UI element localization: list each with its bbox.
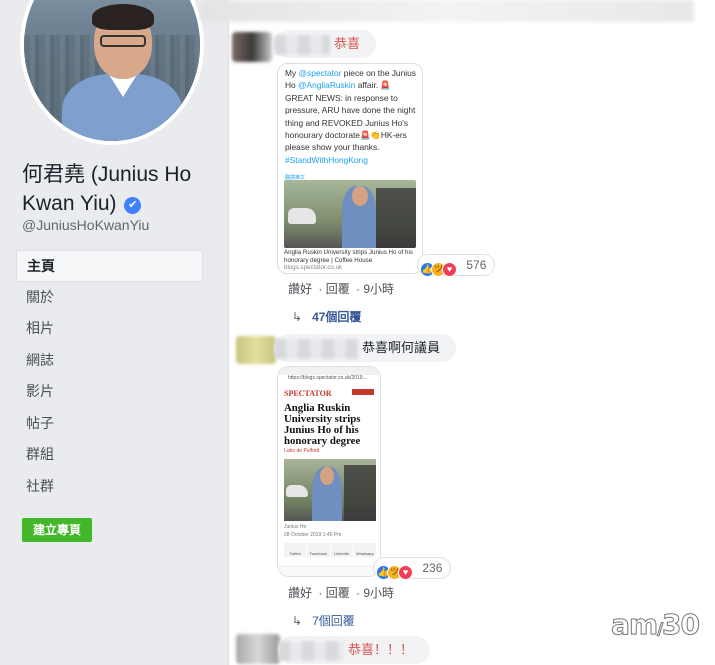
reply-link[interactable]: 回覆	[326, 282, 350, 296]
commenter-avatar[interactable]	[236, 634, 280, 664]
phone-nav-bar	[278, 566, 380, 576]
article-byline: Lubo de Pulford	[284, 448, 320, 454]
article-url: https://blogs.spectator.co.uk/2019...	[288, 375, 367, 381]
replies-count: 47個回覆	[312, 310, 362, 324]
commenter-name[interactable]	[278, 640, 344, 661]
tweet-attachment[interactable]: My @spectator piece on the Junius Ho @An…	[277, 63, 423, 274]
share-whatsapp: Whatsapp	[353, 543, 376, 557]
spectator-logo: SPECTATOR	[284, 389, 332, 398]
tweet-mention[interactable]: @spectator	[299, 68, 342, 78]
nav-item-community[interactable]: 社群	[16, 471, 203, 503]
nav-item-home[interactable]: 主頁	[16, 250, 203, 282]
share-twitter: Twitter	[284, 543, 307, 557]
commenter-name[interactable]	[274, 338, 358, 359]
reply-arrow-icon: ↳	[292, 614, 303, 628]
comment-bubble: 恭喜！！！	[278, 636, 430, 664]
tweet-mention[interactable]: @AngliaRuskin	[298, 80, 355, 90]
tweet-hashtag[interactable]: #StandWithHongKong	[285, 155, 368, 165]
comment-actions: 讚好 · 回覆 · 9小時	[288, 586, 395, 600]
reaction-summary[interactable]: 👍ツ ♥ 236	[374, 558, 451, 580]
page-sidebar: 何君堯 (Junius Ho Kwan Yiu) ✔ @JuniusHoKwan…	[0, 0, 213, 665]
nav-item-videos[interactable]: 影片	[16, 376, 203, 408]
share-linkedin: LinkedIn	[330, 543, 353, 557]
nav-item-about[interactable]: 關於	[16, 282, 203, 314]
comment-actions: 讚好 · 回覆 · 9小時	[288, 282, 395, 296]
article-screenshot-attachment[interactable]: https://blogs.spectator.co.uk/2019... SP…	[277, 366, 381, 577]
comment-bubble: 恭喜啊何議員	[274, 334, 456, 362]
share-facebook: Facebook	[307, 543, 330, 557]
commenter-avatar[interactable]	[236, 336, 276, 364]
am730-watermark-logo: am/30	[611, 608, 701, 642]
nav-item-notes[interactable]: 網誌	[16, 345, 203, 377]
comment-bubble: 恭喜	[274, 30, 376, 58]
nav-item-photos[interactable]: 相片	[16, 313, 203, 345]
create-page-button[interactable]: 建立專頁	[22, 518, 92, 542]
nav-item-groups[interactable]: 群組	[16, 439, 203, 471]
view-replies-link[interactable]: ↳ 47個回覆	[292, 308, 361, 325]
comment-text: 恭喜啊何議員	[362, 340, 441, 355]
like-link[interactable]: 讚好	[288, 586, 312, 600]
reaction-summary[interactable]: 👍ツ ♥ 576	[418, 255, 495, 277]
view-replies-link[interactable]: ↳ 7個回覆	[292, 612, 355, 629]
commenter-name[interactable]	[274, 34, 330, 55]
verified-badge-icon: ✔	[124, 197, 142, 214]
reaction-count: 576	[466, 258, 487, 272]
article-date: 28 October 2019 1:45 Pm	[284, 532, 342, 538]
love-icon: ♥	[398, 565, 413, 580]
tweet-text: My @spectator piece on the Junius Ho @An…	[285, 68, 416, 165]
reaction-count: 236	[422, 561, 443, 575]
translate-tweet-link[interactable]: 翻譯推文	[278, 166, 422, 181]
reply-link[interactable]: 回覆	[326, 586, 350, 600]
love-icon: ♥	[442, 262, 457, 277]
article-photo	[284, 459, 376, 521]
article-photo-caption: Junius Ho	[284, 524, 307, 530]
tweet-photo	[284, 180, 416, 248]
page-nav: 主頁 關於 相片 網誌 影片 帖子 群組 社群	[16, 250, 203, 502]
article-title: Anglia Ruskin University strips Junius H…	[284, 402, 361, 447]
subscribe-badge	[352, 389, 374, 395]
page-name: 何君堯 (Junius Ho Kwan Yiu)	[22, 163, 192, 215]
like-link[interactable]: 讚好	[288, 282, 312, 296]
comment-time[interactable]: 9小時	[363, 586, 394, 600]
replies-count: 7個回覆	[312, 614, 355, 628]
article-share-bar: Twitter Facebook LinkedIn Whatsapp	[284, 543, 376, 557]
comment-text: 恭喜！！！	[348, 642, 414, 657]
link-preview-caption: Anglia Ruskin University strips Junius H…	[284, 249, 413, 272]
blurred-header	[200, 0, 694, 22]
nav-item-posts[interactable]: 帖子	[16, 408, 203, 440]
comment-text: 恭喜	[334, 36, 361, 51]
comment-time[interactable]: 9小時	[363, 282, 394, 296]
commenter-avatar[interactable]	[232, 32, 272, 62]
page-title: 何君堯 (Junius Ho Kwan Yiu) ✔	[22, 160, 207, 218]
profile-picture[interactable]	[20, 0, 204, 145]
reply-arrow-icon: ↳	[292, 310, 303, 324]
page-username[interactable]: @JuniusHoKwanYiu	[22, 217, 149, 233]
